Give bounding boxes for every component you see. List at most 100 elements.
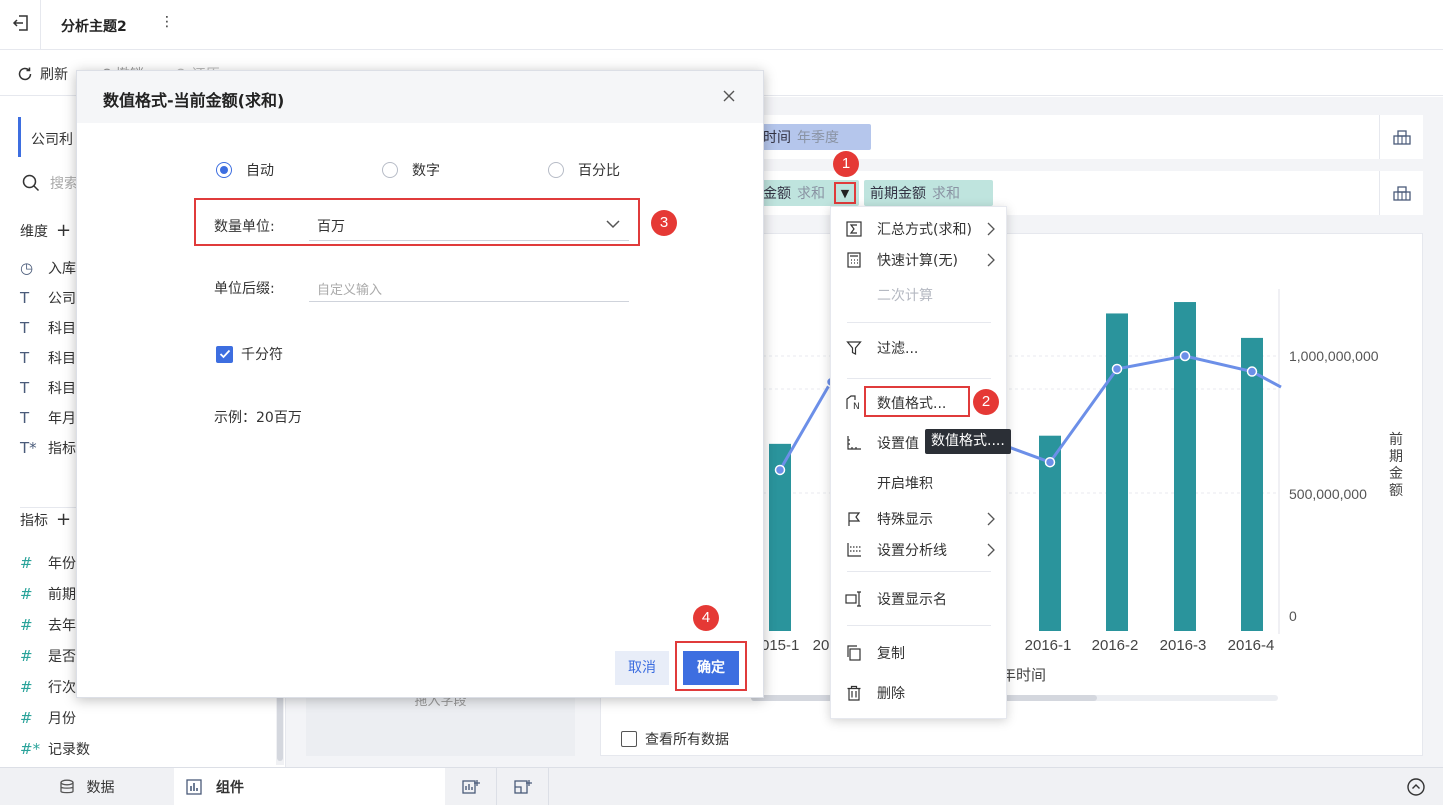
field-search[interactable]: 搜索 bbox=[22, 173, 78, 193]
tab-component[interactable]: 组件 bbox=[174, 768, 445, 805]
radio-auto-circle[interactable] bbox=[216, 162, 232, 178]
radio-percent-circle[interactable] bbox=[548, 162, 564, 178]
measure-field[interactable]: # 月份 bbox=[20, 708, 76, 728]
x-tick-label: 2016-3 bbox=[1160, 637, 1207, 654]
dimension-field[interactable]: T 科目 bbox=[20, 348, 76, 368]
number-format-dialog: 数值格式-当前金额(求和) 自动 数字 百分比 数量单位: 百万 3 单位后缀:… bbox=[76, 70, 764, 698]
field-label: 科目 bbox=[48, 351, 76, 367]
dimension-field[interactable]: ◷ 入库 bbox=[20, 258, 76, 278]
refresh-icon bbox=[18, 67, 32, 81]
tab-data-label: 数据 bbox=[86, 779, 115, 796]
dimension-header: 维度 + bbox=[20, 220, 71, 241]
bar bbox=[1241, 337, 1263, 631]
measure-field[interactable]: # 前期 bbox=[20, 584, 76, 604]
dimension-field[interactable]: T 科目 bbox=[20, 378, 76, 398]
suffix-input[interactable]: 自定义输入 bbox=[309, 269, 629, 302]
sort-icon[interactable] bbox=[1379, 171, 1423, 215]
dialog-title: 数值格式-当前金额(求和) bbox=[103, 91, 285, 110]
tab-data[interactable]: 数据 bbox=[0, 768, 173, 805]
menu-item-delete[interactable]: 删除 bbox=[831, 678, 1006, 708]
menu-separator bbox=[847, 625, 991, 626]
text-icon: T bbox=[20, 409, 30, 427]
tooltip: 数值格式.... bbox=[925, 429, 1011, 454]
measure-field[interactable]: # 行次 bbox=[20, 677, 76, 697]
view-all-checkbox[interactable]: 查看所有数据 bbox=[621, 729, 729, 749]
menu-item-display-name[interactable]: 设置显示名 bbox=[831, 584, 1006, 614]
search-icon bbox=[22, 174, 40, 192]
clock-icon: ◷ bbox=[20, 259, 34, 277]
collapse-icon[interactable] bbox=[1406, 777, 1426, 797]
step-badge-1: 1 bbox=[833, 151, 859, 177]
menu-item-special-display[interactable]: 特殊显示 bbox=[831, 504, 1006, 534]
hash-icon: # bbox=[20, 709, 33, 727]
menu-item-quick-calc[interactable]: 快速计算(无) bbox=[831, 245, 1006, 275]
sort-icon[interactable] bbox=[1379, 115, 1423, 159]
exit-icon[interactable] bbox=[12, 14, 30, 32]
dimension-field[interactable]: T 年月 bbox=[20, 408, 76, 428]
menu-item-filter[interactable]: 过滤... bbox=[831, 333, 1006, 363]
pill-dropdown-button[interactable]: ▼ bbox=[834, 182, 856, 204]
check-icon bbox=[219, 349, 230, 359]
chevron-right-icon bbox=[986, 542, 996, 558]
measure-field[interactable]: # 年份 bbox=[20, 553, 76, 573]
format-example: 示例：20百万 bbox=[214, 410, 302, 426]
line-point bbox=[774, 464, 786, 476]
scrollbar-thumb[interactable] bbox=[277, 687, 283, 761]
dimension-field[interactable]: T* 指标 bbox=[20, 438, 76, 458]
bottom-bar: 数据 组件 bbox=[0, 767, 1443, 805]
text-icon: T bbox=[20, 379, 30, 397]
tab-component-label: 组件 bbox=[216, 779, 244, 796]
menu-item-label: 开启堆积 bbox=[877, 476, 933, 492]
y-pill-sub: 求和 bbox=[797, 186, 825, 202]
menu-item-summary[interactable]: 汇总方式(求和) bbox=[831, 214, 1006, 244]
right-tick-label: 0 bbox=[1289, 608, 1297, 624]
cancel-button[interactable]: 取消 bbox=[615, 651, 669, 685]
menu-item-analysis-line[interactable]: 设置分析线 bbox=[831, 535, 1006, 565]
highlight-box-4 bbox=[675, 641, 747, 691]
menu-item-label: 二次计算 bbox=[877, 288, 933, 304]
add-component-button[interactable] bbox=[445, 768, 497, 805]
field-label: 年月 bbox=[48, 411, 76, 427]
x-axis-title: 年时间 bbox=[1001, 666, 1046, 684]
checkbox-box[interactable] bbox=[621, 731, 637, 747]
dimension-field[interactable]: T 公司 bbox=[20, 288, 76, 308]
filter-icon bbox=[831, 340, 877, 356]
field-context-menu: 汇总方式(求和) 快速计算(无) 二次计算 过滤... N 数值格式... 设置值 开启堆积特… bbox=[830, 206, 1007, 719]
measure-field[interactable]: # 是否 bbox=[20, 646, 76, 666]
line-point bbox=[1111, 363, 1123, 375]
hash-icon: # bbox=[20, 678, 33, 696]
measure-field[interactable]: #* 记录数 bbox=[20, 739, 90, 759]
text-calc-icon: T* bbox=[20, 439, 37, 457]
bar-chart-icon bbox=[186, 778, 202, 795]
text-icon: T bbox=[20, 319, 30, 337]
menu-item-label: 删除 bbox=[877, 686, 905, 702]
field-label: 年份 bbox=[48, 556, 76, 572]
radio-number[interactable]: 数字 bbox=[382, 160, 440, 180]
menu-separator bbox=[847, 322, 991, 323]
radio-number-label: 数字 bbox=[412, 163, 440, 179]
measure-field[interactable]: # 去年 bbox=[20, 615, 76, 635]
radio-percent[interactable]: 百分比 bbox=[548, 160, 620, 180]
line-point bbox=[1179, 350, 1191, 362]
table-tab[interactable]: 公司利 bbox=[18, 117, 78, 157]
close-icon[interactable] bbox=[721, 88, 737, 104]
x-pill-sub: 年季度 bbox=[797, 130, 839, 146]
add-measure-icon[interactable]: + bbox=[56, 509, 71, 530]
caret-down-icon: ▼ bbox=[840, 186, 850, 200]
thousands-checkbox[interactable]: 千分符 bbox=[216, 344, 283, 364]
hash-icon: # bbox=[20, 647, 33, 665]
refresh-button[interactable]: 刷新 bbox=[16, 64, 68, 84]
field-label: 行次 bbox=[48, 680, 76, 696]
y-axis-pill-previous[interactable]: 前期金额 求和 bbox=[864, 180, 993, 206]
menu-item-copy[interactable]: 复制 bbox=[831, 638, 1006, 668]
add-dashboard-button[interactable] bbox=[497, 768, 549, 805]
hash-icon: # bbox=[20, 585, 33, 603]
add-dimension-icon[interactable]: + bbox=[56, 220, 71, 241]
radio-number-circle[interactable] bbox=[382, 162, 398, 178]
menu-item-enable-stack[interactable]: 开启堆积 bbox=[831, 468, 1006, 498]
radio-auto[interactable]: 自动 bbox=[216, 160, 274, 180]
dimension-field[interactable]: T 科目 bbox=[20, 318, 76, 338]
more-icon[interactable]: ⋮ bbox=[160, 14, 174, 30]
checkbox-checked[interactable] bbox=[216, 345, 233, 363]
text-icon: T bbox=[20, 349, 30, 367]
